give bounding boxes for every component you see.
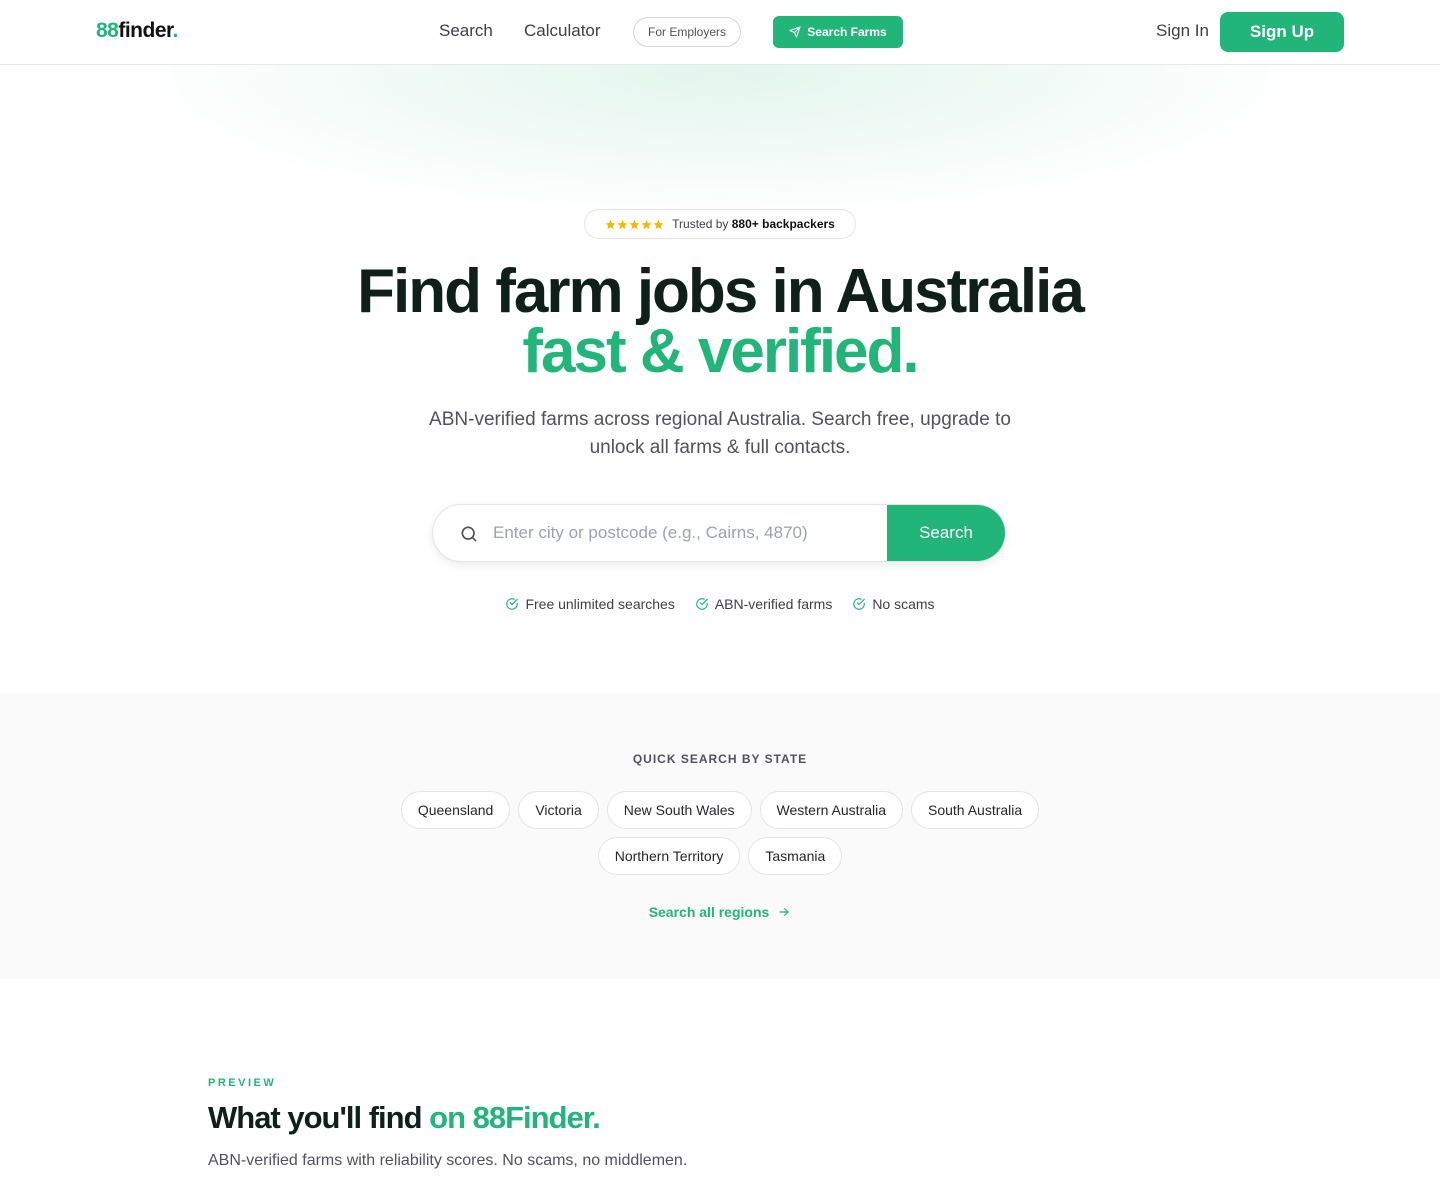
hero-headline: Find farm jobs in Australia fast & verif… (0, 257, 1440, 386)
feature-list: Free unlimited searches ABN-verified far… (0, 596, 1440, 612)
preview-title: What you'll find on 88Finder. (208, 1100, 601, 1136)
feature-label: No scams (872, 596, 935, 612)
star-icon (653, 219, 664, 229)
trusted-count: 880+ backpackers (731, 217, 835, 231)
site-header: 88finder. Search Calculator For Employer… (0, 0, 1440, 65)
state-chip-northern-territory[interactable]: Northern Territory (597, 837, 741, 875)
feature-item: ABN-verified farms (695, 596, 832, 612)
check-circle-icon (696, 598, 708, 610)
trusted-prefix: Trusted by (672, 217, 729, 231)
search-all-regions-label: Search all regions (648, 904, 770, 920)
feature-label: ABN-verified farms (714, 596, 833, 612)
sign-in-link[interactable]: Sign In (1156, 21, 1209, 41)
state-chip-tasmania[interactable]: Tasmania (748, 837, 843, 875)
quick-search-section: QUICK SEARCH BY STATE Queensland Victori… (0, 694, 1440, 979)
logo-dot: . (172, 19, 179, 42)
headline-line-1: Find farm jobs in Australia (357, 257, 1085, 326)
trusted-badge: Trusted by 880+ backpackers (584, 209, 856, 239)
feature-item: Free unlimited searches (505, 596, 675, 612)
preview-title-main: What you'll find (208, 1100, 423, 1135)
hero-subtitle: ABN-verified farms across regional Austr… (429, 409, 1011, 458)
check-circle-icon (506, 598, 519, 610)
logo-text: finder (118, 19, 173, 42)
feature-label: Free unlimited searches (525, 596, 675, 612)
state-chip-new-south-wales[interactable]: New South Wales (606, 791, 752, 829)
preview-subtitle: ABN-verified farms with reliability scor… (208, 1152, 688, 1169)
preview-label: PREVIEW (208, 1077, 277, 1089)
search-submit-button[interactable]: Search (887, 505, 1005, 561)
star-icon (629, 219, 640, 229)
arrow-right-icon (779, 907, 789, 917)
search-farms-button[interactable]: Search Farms (773, 16, 903, 48)
state-chip-south-australia[interactable]: South Australia (911, 791, 1040, 829)
nav-calculator-link[interactable]: Calculator (524, 21, 601, 41)
star-icon (605, 219, 616, 229)
logo[interactable]: 88finder. (96, 19, 178, 43)
sign-up-button[interactable]: Sign Up (1220, 12, 1344, 52)
state-chip-list: Queensland Victoria New South Wales West… (370, 791, 1070, 875)
rating-stars (605, 219, 664, 230)
star-icon (641, 219, 652, 229)
headline-line-2: fast & verified. (522, 317, 919, 386)
state-chip-western-australia[interactable]: Western Australia (759, 791, 903, 829)
location-search-input[interactable] (493, 505, 883, 561)
nav-search-link[interactable]: Search (439, 21, 493, 41)
location-search-bar: Search (432, 504, 1006, 562)
state-chip-queensland[interactable]: Queensland (400, 791, 511, 829)
logo-number: 88 (96, 19, 119, 42)
quick-search-title: QUICK SEARCH BY STATE (632, 752, 808, 766)
search-icon (461, 526, 477, 542)
state-chip-victoria[interactable]: Victoria (518, 791, 599, 829)
preview-title-accent: on 88Finder. (429, 1100, 601, 1135)
trusted-text: Trusted by 880+ backpackers (672, 217, 835, 231)
star-icon (617, 219, 628, 229)
send-icon (789, 26, 801, 38)
for-employers-button[interactable]: For Employers (633, 17, 741, 47)
search-all-regions-link[interactable]: Search all regions (0, 904, 1440, 920)
search-farms-label: Search Farms (807, 25, 887, 39)
feature-item: No scams (852, 596, 935, 612)
check-circle-icon (853, 598, 866, 610)
